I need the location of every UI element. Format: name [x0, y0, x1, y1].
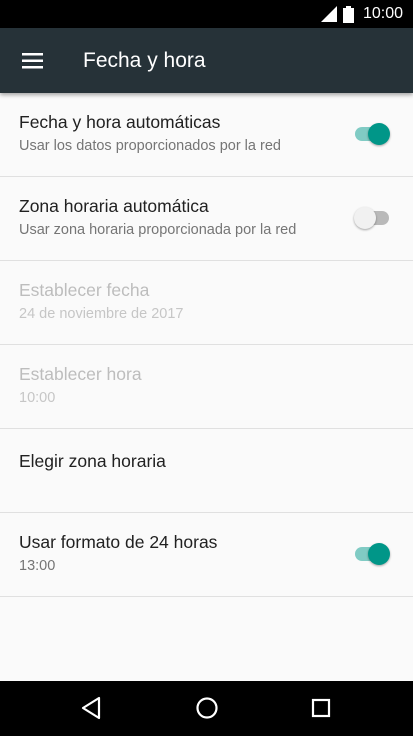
- toggle-thumb: [354, 207, 376, 229]
- setting-title: Elegir zona horaria: [19, 451, 166, 471]
- signal-icon: [320, 6, 337, 22]
- settings-list: Fecha y hora automáticas Usar los datos …: [0, 93, 413, 597]
- page-title: Fecha y hora: [83, 48, 206, 72]
- setting-automatic-date-time[interactable]: Fecha y hora automáticas Usar los datos …: [0, 93, 413, 177]
- menu-icon[interactable]: [21, 49, 45, 73]
- recents-icon[interactable]: [309, 696, 333, 720]
- navigation-bar: [0, 681, 413, 736]
- toggle-thumb: [368, 543, 390, 565]
- status-time: 10:00: [362, 5, 403, 22]
- setting-subtitle: Usar zona horaria proporcionada por la r…: [19, 222, 297, 238]
- battery-icon: [342, 5, 354, 23]
- setting-set-date: Establecer fecha 24 de noviembre de 2017: [0, 261, 413, 345]
- app-bar: Fecha y hora: [0, 28, 413, 93]
- automatic-time-zone-toggle[interactable]: [354, 206, 390, 230]
- setting-select-time-zone[interactable]: Elegir zona horaria: [0, 429, 413, 513]
- status-bar: 10:00: [0, 0, 413, 28]
- automatic-date-time-toggle[interactable]: [354, 122, 390, 146]
- 24-hour-format-toggle[interactable]: [354, 542, 390, 566]
- home-icon[interactable]: [195, 696, 219, 720]
- setting-title: Fecha y hora automáticas: [19, 112, 221, 132]
- setting-title: Zona horaria automática: [19, 196, 209, 216]
- setting-24-hour-format[interactable]: Usar formato de 24 horas 13:00: [0, 513, 413, 597]
- setting-subtitle: 24 de noviembre de 2017: [19, 306, 184, 322]
- setting-subtitle: 13:00: [19, 558, 56, 574]
- setting-subtitle: 10:00: [19, 390, 56, 406]
- setting-subtitle: Usar los datos proporcionados por la red: [19, 138, 281, 154]
- setting-title: Usar formato de 24 horas: [19, 532, 218, 552]
- toggle-thumb: [368, 123, 390, 145]
- setting-automatic-time-zone[interactable]: Zona horaria automática Usar zona horari…: [0, 177, 413, 261]
- setting-title: Establecer fecha: [19, 280, 150, 300]
- back-icon[interactable]: [80, 696, 104, 720]
- setting-set-time: Establecer hora 10:00: [0, 345, 413, 429]
- setting-title: Establecer hora: [19, 364, 142, 384]
